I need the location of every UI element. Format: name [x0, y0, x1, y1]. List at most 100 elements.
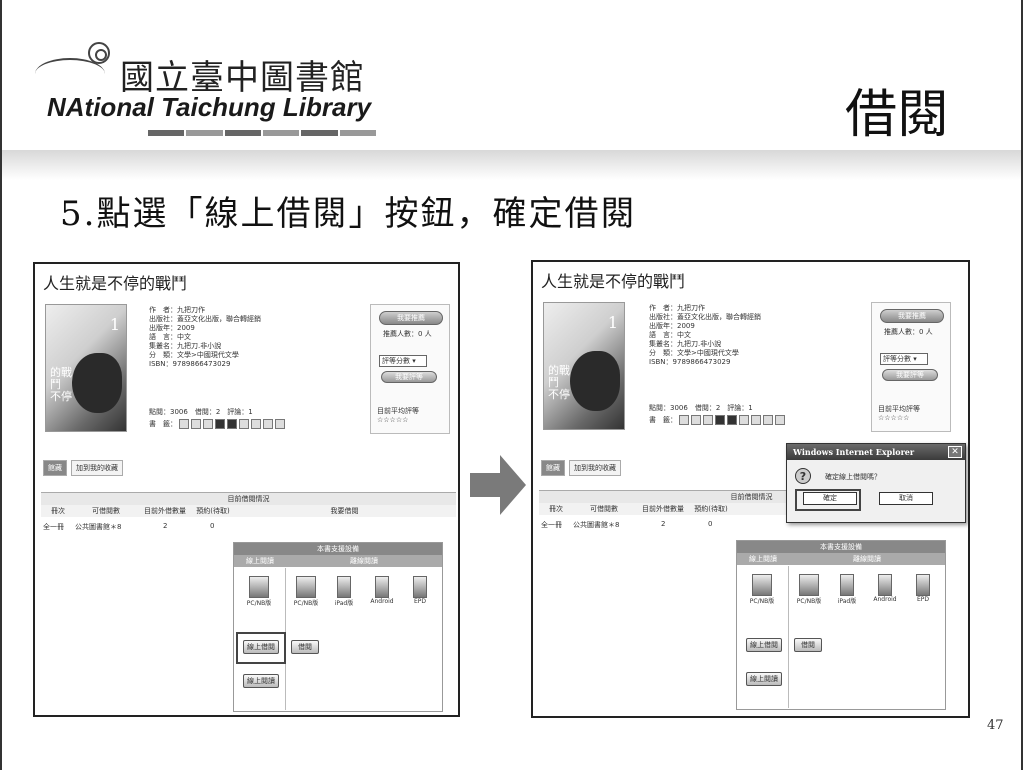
tools-label: 書 籤： — [149, 420, 177, 428]
tab-holdings[interactable]: 館藏 — [43, 460, 67, 476]
book-title: 人生就是不停的戰鬥 — [541, 272, 686, 291]
share-icon[interactable] — [679, 415, 689, 425]
tab-holdings[interactable]: 館藏 — [541, 460, 565, 476]
recommend-button[interactable]: 我要推薦 — [880, 309, 944, 323]
borrow-button[interactable]: 借閱 — [291, 640, 319, 654]
arrow-right-icon — [470, 455, 526, 515]
share-icon[interactable] — [275, 419, 285, 429]
meta-line: 出版社：蓋亞文化出版，聯合轉經銷 — [649, 313, 761, 321]
share-icon[interactable] — [215, 419, 225, 429]
meta-line: 集叢名：九把刀.非小說 — [149, 342, 222, 350]
step-instruction: 5.點選「線上借閱」按鈕，確定借閱 — [60, 194, 637, 234]
read-online-button[interactable]: 線上閱讀 — [243, 674, 279, 688]
header-divider — [2, 150, 1021, 180]
device-android: Android — [367, 576, 397, 605]
rating-panel: 我要推薦 推薦人數：0 人 評等分數 ▾ 我要評等 目前平均評等 ☆☆☆☆☆ — [370, 304, 450, 434]
page-number: 47 — [987, 718, 1004, 733]
close-icon[interactable]: ✕ — [948, 446, 962, 458]
share-icon[interactable] — [227, 419, 237, 429]
dialog-message: 確定線上借閱嗎？ — [825, 473, 881, 481]
meta-line: 出版社：蓋亞文化出版，聯合轉經銷 — [149, 315, 261, 323]
tab-bar: 館藏 加到我的收藏 — [43, 460, 123, 476]
table-title: 目前借閱情況 — [41, 493, 456, 505]
tools-label: 書 籤： — [649, 416, 677, 424]
rating-select[interactable]: 評等分數 ▾ — [880, 353, 928, 365]
rate-button[interactable]: 我要評等 — [381, 371, 437, 383]
library-emblem-icon — [88, 42, 110, 64]
share-icon[interactable] — [763, 415, 773, 425]
book-title: 人生就是不停的戰鬥 — [43, 274, 188, 293]
meta-line: 語 言：中文 — [149, 333, 191, 341]
device-pc-offline: PC/NB版 — [291, 576, 321, 607]
share-icon[interactable] — [739, 415, 749, 425]
table-header: 冊次 可借閱數 目前外借數量 預約(待取) 我要借閱 — [41, 505, 456, 517]
recommend-count: 推薦人數：0 人 — [884, 328, 933, 336]
recommend-count: 推薦人數：0 人 — [383, 330, 432, 338]
share-icon[interactable] — [691, 415, 701, 425]
highlight-box — [795, 489, 861, 511]
average-rating: 目前平均評等 ☆☆☆☆☆ — [878, 405, 920, 422]
cell-available: 公共圖書館＊8 — [75, 523, 122, 531]
share-icon[interactable] — [179, 419, 189, 429]
rate-button[interactable]: 我要評等 — [882, 369, 938, 381]
cell-reserved: 0 — [210, 522, 215, 530]
device-pc-offline: PC/NB版 — [794, 574, 824, 605]
share-icon[interactable] — [191, 419, 201, 429]
highlight-box — [236, 632, 286, 664]
share-icon[interactable] — [751, 415, 761, 425]
cell-on-loan: 2 — [661, 520, 666, 528]
book-cover-image: 1 的戰鬥 不停 — [543, 302, 625, 430]
rating-select[interactable]: 評等分數 ▾ — [379, 355, 427, 367]
tab-bar: 館藏 加到我的收藏 — [541, 460, 621, 476]
device-pc-online: PC/NB版 — [747, 574, 777, 605]
borrow-online-button[interactable]: 線上借閱 — [746, 638, 782, 652]
question-icon: ? — [795, 468, 811, 484]
device-epd: EPD — [908, 574, 938, 603]
cell-volume: 全一冊 — [43, 523, 64, 531]
book-stats: 點閱：3006 借閱：2 評論：1 — [649, 404, 753, 412]
cell-available: 公共圖書館＊8 — [573, 521, 620, 529]
meta-line: 分 類：文學>中國現代文學 — [649, 349, 739, 357]
meta-line: 集叢名：九把刀.非小說 — [649, 340, 722, 348]
meta-line: ISBN：9789866473029 — [649, 358, 731, 366]
device-ipad: iPad版 — [832, 574, 862, 605]
read-online-button[interactable]: 線上閱讀 — [746, 672, 782, 686]
section-title: 借閱 — [845, 85, 950, 145]
share-icon[interactable] — [203, 419, 213, 429]
tab-add-favorite[interactable]: 加到我的收藏 — [569, 460, 621, 476]
share-icon[interactable] — [263, 419, 273, 429]
rating-panel: 我要推薦 推薦人數：0 人 評等分數 ▾ 我要評等 目前平均評等 ☆☆☆☆☆ — [871, 302, 951, 432]
library-name-en: NAtional Taichung Library — [47, 92, 372, 122]
cancel-button[interactable]: 取消 — [879, 492, 933, 505]
meta-line: 分 類：文學>中國現代文學 — [149, 351, 239, 359]
share-icon[interactable] — [727, 415, 737, 425]
tab-add-favorite[interactable]: 加到我的收藏 — [71, 460, 123, 476]
borrow-button[interactable]: 借閱 — [794, 638, 822, 652]
share-icon[interactable] — [251, 419, 261, 429]
share-icon[interactable] — [703, 415, 713, 425]
book-meta: 作 者：九把刀作 出版社：蓋亞文化出版，聯合轉經銷 出版年：2009 語 言：中… — [649, 304, 761, 367]
screenshot-before: 人生就是不停的戰鬥 1 的戰鬥 不停 作 者：九把刀作 出版社：蓋亞文化出版，聯合… — [33, 262, 460, 717]
cover-text: 的戰鬥 不停 — [50, 366, 72, 403]
book-stats: 點閱：3006 借閱：2 評論：1 — [149, 408, 253, 416]
share-icon[interactable] — [239, 419, 249, 429]
device-android: Android — [870, 574, 900, 603]
cell-volume: 全一冊 — [541, 521, 562, 529]
meta-line: 語 言：中文 — [649, 331, 691, 339]
recommend-button[interactable]: 我要推薦 — [379, 311, 443, 325]
device-pc-online: PC/NB版 — [244, 576, 274, 607]
confirm-dialog: Windows Internet Explorer ✕ ? 確定線上借閱嗎？ 確… — [786, 443, 966, 523]
cell-reserved: 0 — [708, 520, 713, 528]
screenshot-after: 人生就是不停的戰鬥 1 的戰鬥 不停 作 者：九把刀作 出版社：蓋亞文化出版，聯合… — [531, 260, 970, 718]
book-meta: 作 者：九把刀作 出版社：蓋亞文化出版，聯合轉經銷 出版年：2009 語 言：中… — [149, 306, 261, 369]
logo-bar — [148, 130, 378, 136]
share-icon[interactable] — [775, 415, 785, 425]
device-epd: EPD — [405, 576, 435, 605]
share-icon[interactable] — [715, 415, 725, 425]
dialog-title: Windows Internet Explorer — [787, 444, 965, 460]
meta-line: 作 者：九把刀作 — [149, 306, 205, 314]
cover-text: 的戰鬥 不停 — [548, 364, 570, 401]
meta-line: 出版年：2009 — [149, 324, 195, 332]
loan-status-table: 目前借閱情況 冊次 可借閱數 目前外借數量 預約(待取) 我要借閱 — [41, 492, 456, 517]
support-title: 本書支援設備 — [737, 541, 945, 553]
